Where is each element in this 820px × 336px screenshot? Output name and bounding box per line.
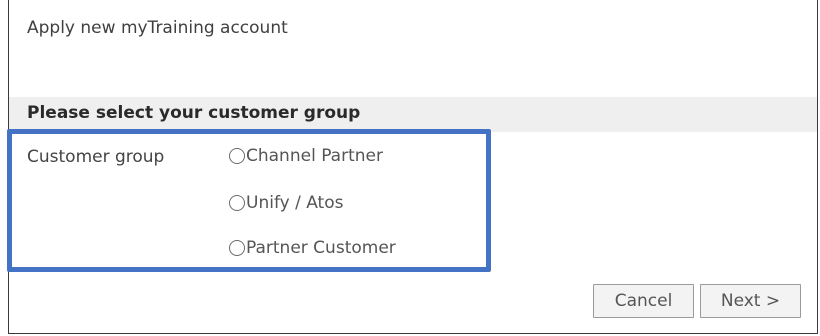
next-button[interactable]: Next >: [700, 284, 801, 318]
highlight-annotation-box: [7, 129, 491, 272]
section-header: Please select your customer group: [9, 97, 817, 132]
section-title: Please select your customer group: [27, 103, 361, 123]
cancel-button[interactable]: Cancel: [593, 284, 694, 318]
page-title: Apply new myTraining account: [27, 18, 288, 38]
